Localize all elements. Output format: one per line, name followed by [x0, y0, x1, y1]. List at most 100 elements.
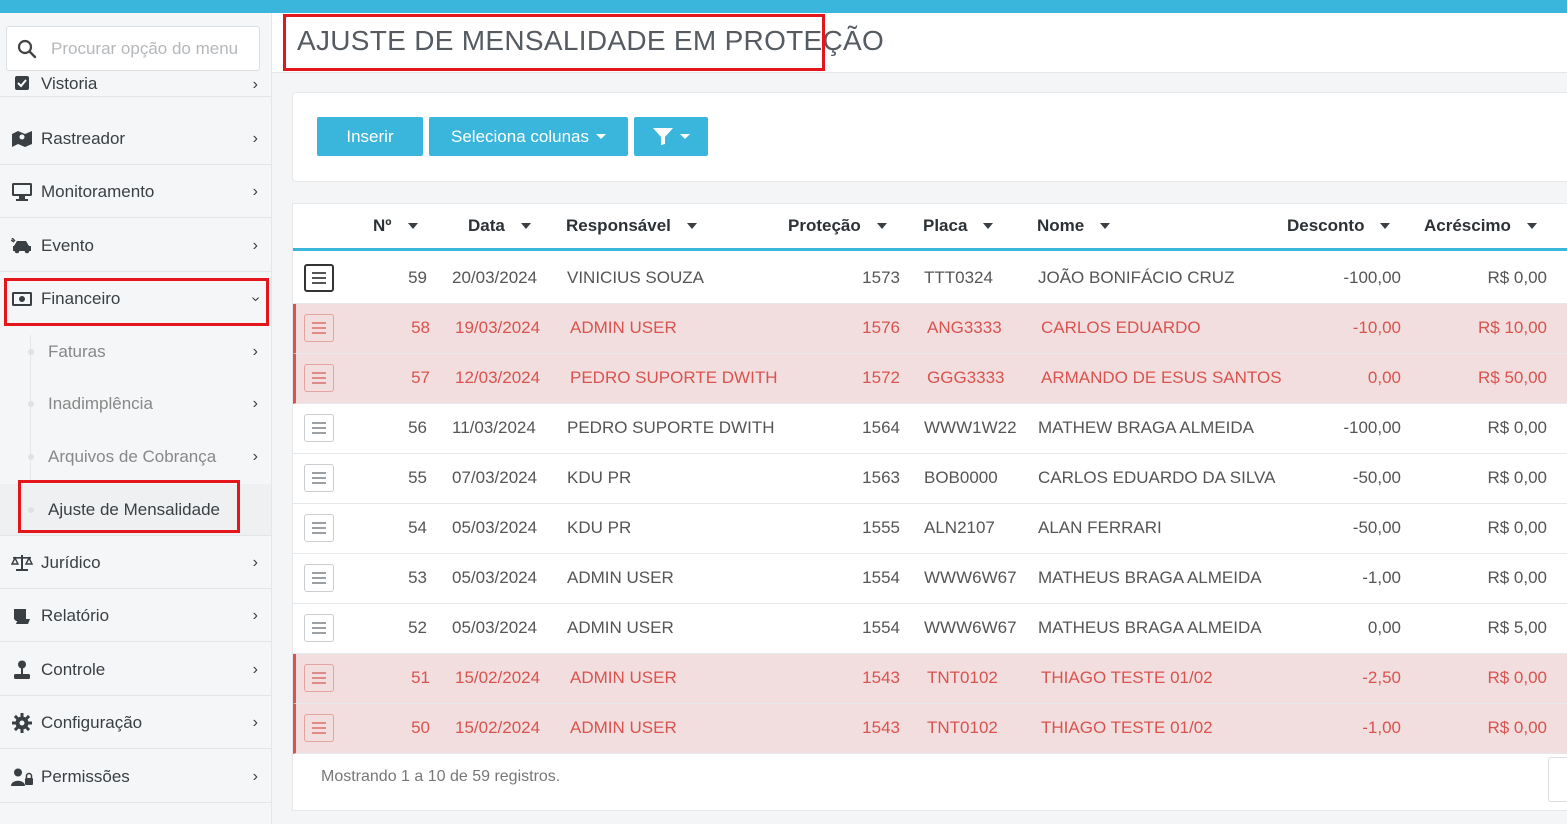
- scale-icon: [11, 552, 33, 574]
- column-header-data[interactable]: Data: [468, 216, 531, 236]
- cell-protecao: 1543: [862, 668, 900, 687]
- sidebar-item-label: Vistoria: [41, 74, 98, 93]
- cell-responsavel: PEDRO SUPORTE DWITH: [567, 418, 775, 437]
- table-row[interactable]: 54 05/03/2024 KDU PR 1555 ALN2107 ALAN FERRAR…: [293, 504, 1567, 554]
- cell-placa: ANG3333: [927, 318, 1002, 337]
- cell-placa: ALN2107: [924, 518, 995, 537]
- table-row[interactable]: 50 15/02/2024 ADMIN USER 1543 TNT0102 THIAGO …: [293, 704, 1567, 754]
- insert-button[interactable]: Inserir: [317, 117, 423, 156]
- table-row[interactable]: 58 19/03/2024 ADMIN USER 1576 ANG3333 CARLOS …: [293, 304, 1567, 354]
- table-row[interactable]: 57 12/03/2024 PEDRO SUPORTE DWITH 1572 GGG33…: [293, 354, 1567, 404]
- table-row[interactable]: 55 07/03/2024 KDU PR 1563 BOB0000 CARLOS EDUA…: [293, 454, 1567, 504]
- pagination-button[interactable]: [1548, 757, 1567, 802]
- cell-acrescimo: R$ 0,00: [1487, 668, 1547, 687]
- column-header-numero[interactable]: Nº: [373, 216, 418, 236]
- filter-button[interactable]: [634, 117, 708, 156]
- table-row[interactable]: 51 15/02/2024 ADMIN USER 1543 TNT0102 THIAGO …: [293, 654, 1567, 704]
- cell-responsavel: KDU PR: [567, 468, 632, 487]
- sort-caret-icon: [983, 223, 994, 229]
- cell-placa: WWW6W67: [924, 618, 1017, 637]
- cell-responsavel: ADMIN USER: [570, 318, 677, 337]
- row-menu-button[interactable]: [304, 264, 334, 292]
- column-header-responsavel[interactable]: Responsável: [566, 216, 697, 236]
- cell-numero: 52: [408, 618, 427, 637]
- sidebar-item-label: Permissões: [41, 766, 130, 786]
- cell-nome: CARLOS EDUARDO: [1041, 318, 1201, 337]
- cell-desconto: -50,00: [1352, 518, 1401, 537]
- row-menu-button[interactable]: [304, 714, 334, 742]
- row-menu-button[interactable]: [304, 314, 334, 342]
- cell-desconto: -1,00: [1362, 568, 1401, 587]
- sidebar-item-label: Rastreador: [41, 128, 126, 148]
- sidebar-item-permissoes[interactable]: Permissões ›: [0, 751, 271, 803]
- column-header-desconto[interactable]: Desconto: [1287, 216, 1391, 236]
- sidebar-item-relatorio[interactable]: Relatório ›: [0, 590, 271, 642]
- cell-data: 05/03/2024: [452, 618, 538, 637]
- cell-desconto: 0,00: [1367, 618, 1401, 637]
- cell-data: 12/03/2024: [455, 368, 541, 387]
- row-menu-button[interactable]: [304, 514, 334, 542]
- cell-protecao: 1554: [862, 568, 900, 587]
- submenu-dot: [28, 349, 34, 355]
- cell-responsavel: KDU PR: [567, 518, 632, 537]
- cell-desconto: -2,50: [1362, 668, 1401, 687]
- sidebar-subitem-inadimplencia[interactable]: Inadimplência ›: [0, 378, 271, 430]
- cell-protecao: 1573: [862, 268, 900, 287]
- cell-placa: TNT0102: [927, 718, 998, 737]
- cell-numero: 57: [411, 368, 430, 387]
- sort-caret-icon: [407, 223, 418, 229]
- cell-placa: TNT0102: [927, 668, 998, 687]
- table-row[interactable]: 56 11/03/2024 PEDRO SUPORTE DWITH 1564 WWW1W…: [293, 404, 1567, 454]
- select-columns-button[interactable]: Seleciona colunas: [429, 117, 628, 156]
- cell-numero: 53: [408, 568, 427, 587]
- row-menu-button[interactable]: [304, 464, 334, 492]
- cell-protecao: 1572: [862, 368, 900, 387]
- sidebar-item-evento[interactable]: Evento ›: [0, 220, 271, 272]
- row-menu-button[interactable]: [304, 414, 334, 442]
- row-menu-button[interactable]: [304, 564, 334, 592]
- toolbar-panel: Inserir Seleciona colunas: [292, 92, 1567, 182]
- column-header-label: Acréscimo: [1424, 216, 1511, 235]
- row-menu-button[interactable]: [304, 664, 334, 692]
- table-row[interactable]: 53 05/03/2024 ADMIN USER 1554 WWW6W67 MATHEUS…: [293, 554, 1567, 604]
- table-row[interactable]: 52 05/03/2024 ADMIN USER 1554 WWW6W67 MATHEUS…: [293, 604, 1567, 654]
- cell-protecao: 1576: [862, 318, 900, 337]
- sidebar-subitem-faturas[interactable]: Faturas ›: [0, 326, 271, 378]
- annotation-box-financeiro: [4, 278, 269, 326]
- select-columns-label: Seleciona colunas: [451, 126, 589, 146]
- sidebar-item-controle[interactable]: Controle ›: [0, 644, 271, 696]
- column-header-protecao[interactable]: Proteção: [788, 216, 887, 236]
- sidebar-item-vistoria[interactable]: Vistoria ›: [0, 63, 271, 97]
- cell-protecao: 1564: [862, 418, 900, 437]
- data-table: Nº Data Responsável Proteção Placa Nome …: [292, 203, 1567, 811]
- sidebar-item-configuracao[interactable]: Configuração ›: [0, 697, 271, 749]
- cell-placa: WWW6W67: [924, 568, 1017, 587]
- top-accent-bar: [0, 0, 1567, 13]
- cell-nome: THIAGO TESTE 01/02: [1041, 668, 1213, 687]
- column-header-label: Proteção: [788, 216, 861, 235]
- sidebar-item-rastreador[interactable]: Rastreador ›: [0, 113, 271, 165]
- cell-data: 05/03/2024: [452, 568, 538, 587]
- search-input[interactable]: [51, 38, 251, 59]
- cell-placa: BOB0000: [924, 468, 998, 487]
- column-header-placa[interactable]: Placa: [923, 216, 994, 236]
- sidebar-item-juridico[interactable]: Jurídico ›: [0, 537, 271, 589]
- column-header-nome[interactable]: Nome: [1037, 216, 1111, 236]
- cell-data: 19/03/2024: [455, 318, 541, 337]
- sidebar-subitem-arquivos-cobranca[interactable]: Arquivos de Cobrança ›: [0, 431, 271, 483]
- sidebar-item-monitoramento[interactable]: Monitoramento ›: [0, 166, 271, 218]
- row-menu-button[interactable]: [304, 614, 334, 642]
- cell-nome: MATHEUS BRAGA ALMEIDA: [1038, 568, 1262, 587]
- cell-nome: ALAN FERRARI: [1038, 518, 1162, 537]
- cell-desconto: -10,00: [1352, 318, 1401, 337]
- submenu-dot: [28, 401, 34, 407]
- sort-caret-icon: [1100, 223, 1111, 229]
- cell-responsavel: ADMIN USER: [567, 618, 674, 637]
- sidebar-item-partial[interactable]: [0, 805, 271, 824]
- row-menu-button[interactable]: [304, 364, 334, 392]
- joystick-icon: [11, 659, 33, 681]
- table-row[interactable]: 59 20/03/2024 VINICIUS SOUZA 1573 TTT0324 JOÃ…: [293, 254, 1567, 304]
- filter-icon: [652, 128, 673, 145]
- column-header-acrescimo[interactable]: Acréscimo: [1424, 216, 1537, 236]
- sidebar-item-label: Controle: [41, 659, 106, 679]
